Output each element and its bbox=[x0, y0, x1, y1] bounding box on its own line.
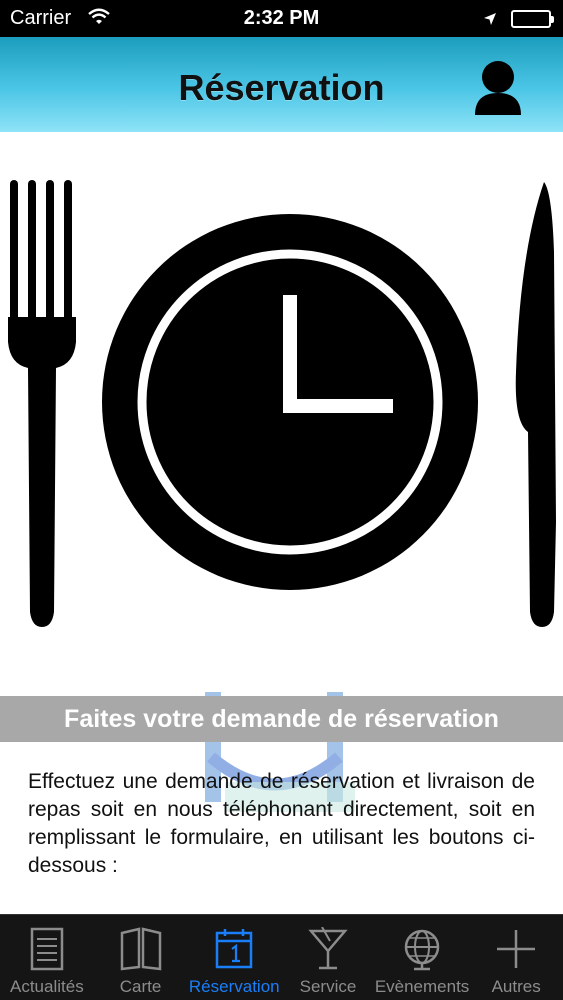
reservation-banner: Faites votre demande de réservation bbox=[0, 696, 563, 742]
tab-label: Actualités bbox=[10, 977, 84, 996]
plus-icon bbox=[494, 927, 538, 971]
tab-reservation[interactable]: Réservation bbox=[187, 915, 281, 1000]
fork-icon bbox=[8, 180, 76, 627]
tab-label: Evènements bbox=[374, 977, 470, 996]
news-icon bbox=[25, 927, 69, 971]
tab-service[interactable]: Service bbox=[281, 915, 375, 1000]
calendar-icon bbox=[212, 927, 256, 971]
tab-actualites[interactable]: Actualités bbox=[0, 915, 94, 1000]
plate-clock-icon bbox=[102, 214, 478, 590]
tab-evenements[interactable]: Evènements bbox=[374, 915, 470, 1000]
tab-carte[interactable]: Carte bbox=[94, 915, 188, 1000]
status-time: 2:32 PM bbox=[243, 7, 320, 29]
battery-icon bbox=[511, 10, 554, 28]
tab-bar: Actualités Carte Réservation Service Evè… bbox=[0, 914, 563, 1000]
navigation-bar: Réservation bbox=[0, 37, 563, 132]
cocktail-icon bbox=[306, 926, 350, 971]
reservation-description: Effectuez une demande de réservation et … bbox=[28, 770, 535, 877]
knife-icon bbox=[515, 182, 556, 627]
reservation-content: Faites votre demande de réservation Effe… bbox=[0, 132, 563, 914]
globe-icon bbox=[400, 927, 444, 971]
fork-plate-clock-knife-icon bbox=[0, 132, 563, 692]
tab-label: Autres bbox=[491, 977, 541, 996]
tab-label: Carte bbox=[119, 977, 162, 996]
tab-label: Réservation bbox=[188, 977, 280, 996]
tab-autres[interactable]: Autres bbox=[469, 915, 563, 1000]
tab-label: Service bbox=[299, 977, 357, 996]
book-icon bbox=[119, 927, 163, 971]
user-icon[interactable] bbox=[473, 59, 523, 117]
location-arrow-icon bbox=[483, 9, 497, 32]
status-bar: Carrier 2:32 PM bbox=[0, 0, 563, 37]
